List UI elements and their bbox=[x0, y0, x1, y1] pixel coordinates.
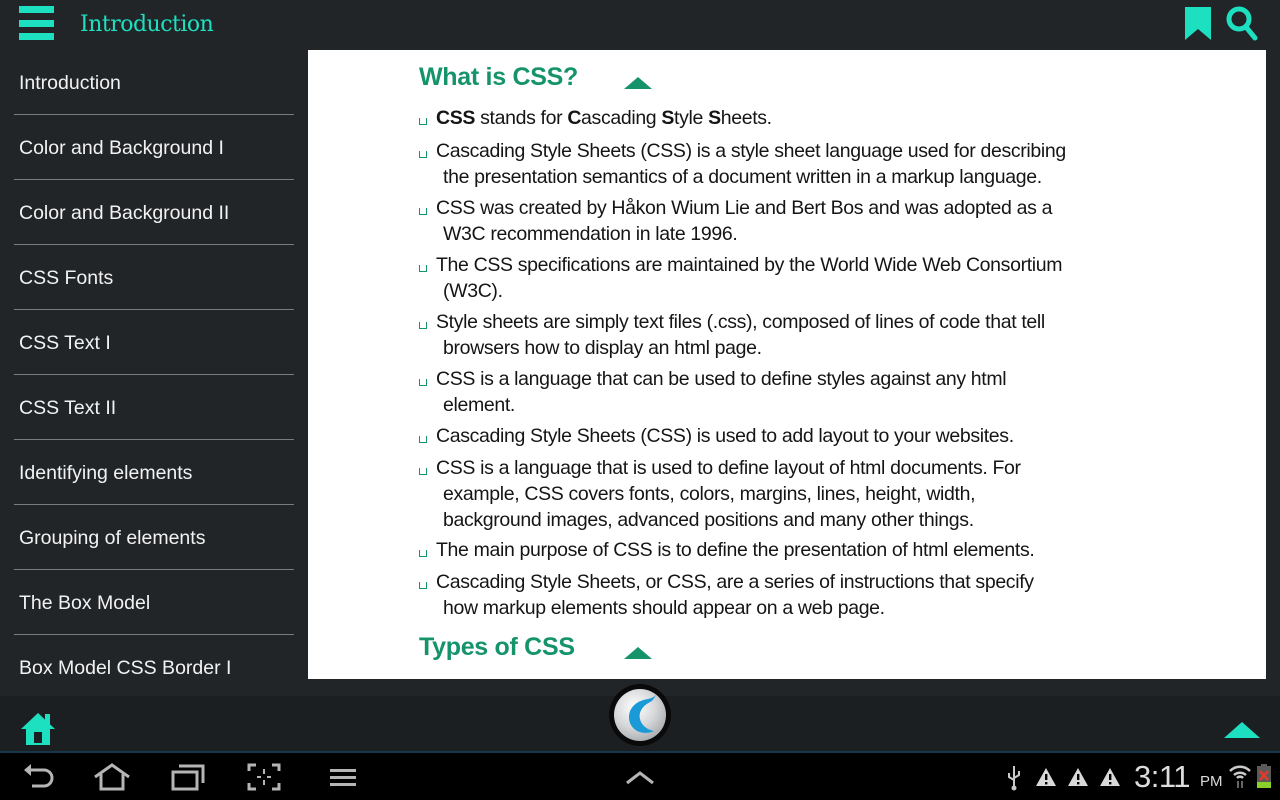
bullet-text: background images, advanced positions an… bbox=[443, 509, 974, 531]
bullet-item: The CSS specifications are maintained by… bbox=[419, 252, 1139, 304]
clock-ampm: PM bbox=[1200, 773, 1223, 790]
sidebar-item-label: CSS Fonts bbox=[19, 267, 114, 289]
bullet-icon bbox=[419, 468, 427, 475]
scroll-to-top-icon[interactable] bbox=[1224, 722, 1260, 738]
sidebar-item-identifying-elements[interactable]: Identifying elements bbox=[0, 440, 308, 505]
bullet-text: CSS is a language that is used to define… bbox=[436, 457, 1021, 479]
bullet-icon bbox=[419, 436, 427, 443]
home-icon[interactable] bbox=[20, 712, 56, 746]
text: stands for bbox=[475, 107, 568, 129]
bullet-item: CSS is a language that is used to define… bbox=[419, 455, 1139, 533]
hamburger-menu-icon[interactable] bbox=[19, 6, 55, 41]
collapse-section-icon[interactable] bbox=[624, 77, 652, 89]
bullet-item: The main purpose of CSS is to define the… bbox=[419, 537, 1139, 563]
bold-text: CSS bbox=[436, 107, 476, 129]
sidebar-item-box-model[interactable]: The Box Model bbox=[0, 570, 308, 635]
sidebar-item-css-text-1[interactable]: CSS Text I bbox=[0, 310, 308, 375]
bold-text: C bbox=[567, 107, 582, 129]
bullet-item: Cascading Style Sheets (CSS) is a style … bbox=[419, 138, 1139, 190]
bullet-text: W3C recommendation in late 1996. bbox=[443, 223, 738, 245]
chevron-up-icon[interactable] bbox=[624, 761, 656, 793]
bullet-item: Style sheets are simply text files (.css… bbox=[419, 309, 1139, 361]
bullet-text: browsers how to display an html page. bbox=[443, 337, 762, 359]
sidebar-item-label: Box Model CSS Border I bbox=[19, 657, 232, 679]
bullet-icon bbox=[419, 379, 427, 386]
bullet-text: example, CSS covers fonts, colors, margi… bbox=[443, 483, 976, 505]
sidebar-item-css-text-2[interactable]: CSS Text II bbox=[0, 375, 308, 440]
sidebar-item-label: Color and Background II bbox=[19, 202, 230, 224]
sidebar-item-color-background-2[interactable]: Color and Background II bbox=[0, 180, 308, 245]
recent-apps-icon[interactable] bbox=[170, 761, 206, 793]
battery-icon bbox=[1257, 764, 1271, 788]
section-heading-what-is-css: What is CSS? bbox=[419, 63, 578, 91]
bullet-item: CSS was created by Håkon Wium Lie and Be… bbox=[419, 195, 1139, 247]
sidebar-item-introduction[interactable]: Introduction bbox=[0, 50, 308, 115]
sidebar-item-label: Color and Background I bbox=[19, 137, 224, 159]
app-logo-icon[interactable] bbox=[609, 684, 671, 746]
bullet-item: Cascading Style Sheets (CSS) is used to … bbox=[419, 423, 1139, 449]
sidebar-nav: Introduction Color and Background I Colo… bbox=[0, 50, 308, 680]
sidebar-item-label: Introduction bbox=[19, 72, 121, 94]
bullet-text: CSS stands for Cascading Style Sheets. bbox=[419, 105, 1139, 131]
warning-icon bbox=[1036, 768, 1056, 786]
warning-icon bbox=[1100, 768, 1120, 786]
bookmark-icon[interactable] bbox=[1184, 7, 1212, 40]
bullet-icon bbox=[419, 151, 427, 158]
screenshot-icon[interactable] bbox=[246, 761, 282, 793]
text: ascading bbox=[581, 107, 662, 129]
bullet-text: The main purpose of CSS is to define the… bbox=[436, 539, 1035, 561]
bullet-text: Cascading Style Sheets, or CSS, are a se… bbox=[436, 571, 1034, 593]
bullet-icon bbox=[419, 582, 427, 589]
bold-text: S bbox=[708, 107, 721, 129]
bullet-text: element. bbox=[443, 394, 515, 416]
bullet-item: CSS stands for Cascading Style Sheets. bbox=[419, 105, 1139, 131]
bullet-text: CSS was created by Håkon Wium Lie and Be… bbox=[436, 197, 1053, 219]
sidebar-item-label: Identifying elements bbox=[19, 462, 193, 484]
warning-icon bbox=[1068, 768, 1088, 786]
sidebar-item-grouping-elements[interactable]: Grouping of elements bbox=[0, 505, 308, 570]
wifi-icon bbox=[1229, 765, 1251, 788]
bullet-item: CSS is a language that can be used to de… bbox=[419, 366, 1139, 418]
sidebar-item-label: CSS Text I bbox=[19, 332, 111, 354]
sidebar-item-label: The Box Model bbox=[19, 592, 151, 614]
sidebar-item-color-background-1[interactable]: Color and Background I bbox=[0, 115, 308, 180]
collapse-section-icon[interactable] bbox=[624, 647, 652, 659]
bullet-text: Style sheets are simply text files (.css… bbox=[436, 311, 1045, 333]
sidebar-item-css-fonts[interactable]: CSS Fonts bbox=[0, 245, 308, 310]
system-navigation-bar: 3:11 PM bbox=[0, 753, 1280, 800]
menu-icon[interactable] bbox=[328, 761, 358, 793]
bullet-text: Cascading Style Sheets (CSS) is used to … bbox=[436, 425, 1014, 447]
sidebar-item-label: CSS Text II bbox=[19, 397, 117, 419]
search-icon[interactable] bbox=[1226, 6, 1258, 41]
home-icon[interactable] bbox=[92, 761, 132, 793]
app-window: Introduction Introduction Color and Back… bbox=[0, 0, 1280, 753]
back-icon[interactable] bbox=[22, 761, 56, 793]
usb-icon bbox=[1008, 766, 1020, 791]
bullet-icon bbox=[419, 322, 427, 329]
clock-time: 3:11 bbox=[1134, 759, 1191, 794]
bullet-icon bbox=[419, 265, 427, 272]
bold-text: S bbox=[661, 107, 675, 129]
bullet-icon bbox=[419, 208, 427, 215]
bullet-text: the presentation semantics of a document… bbox=[443, 166, 1042, 188]
section-heading-types-of-css: Types of CSS bbox=[419, 633, 575, 661]
bullet-text: (W3C). bbox=[443, 280, 503, 302]
bullet-item: Cascading Style Sheets, or CSS, are a se… bbox=[419, 569, 1139, 621]
text: tyle bbox=[674, 107, 709, 129]
page-title: Introduction bbox=[80, 12, 214, 37]
text: heets. bbox=[720, 107, 772, 129]
top-action-bar: Introduction bbox=[0, 0, 1280, 50]
bullet-icon bbox=[419, 118, 427, 125]
sidebar-item-label: Grouping of elements bbox=[19, 527, 206, 549]
bullet-text: The CSS specifications are maintained by… bbox=[436, 254, 1063, 276]
bullet-icon bbox=[419, 550, 427, 557]
bullet-text: CSS is a language that can be used to de… bbox=[436, 368, 1007, 390]
bullet-text: how markup elements should appear on a w… bbox=[443, 597, 885, 619]
bullet-text: Cascading Style Sheets (CSS) is a style … bbox=[436, 140, 1066, 162]
content-panel[interactable]: What is CSS? CSS stands for Cascading St… bbox=[308, 50, 1266, 679]
sidebar-item-box-model-border-1[interactable]: Box Model CSS Border I bbox=[0, 635, 308, 680]
